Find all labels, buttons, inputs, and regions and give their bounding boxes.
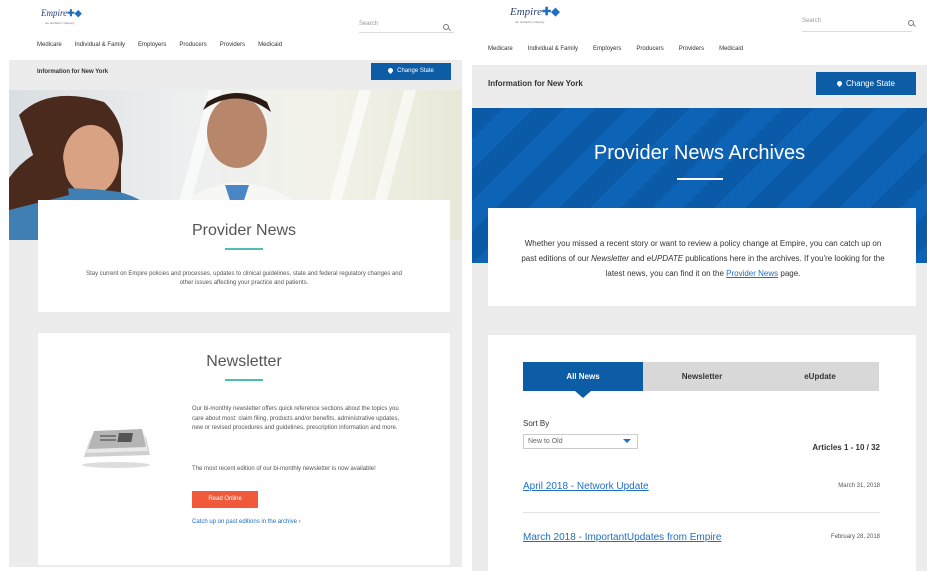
tab-all-news[interactable]: All News bbox=[523, 362, 643, 398]
state-info: Information for New York bbox=[488, 79, 583, 88]
nav-medicaid[interactable]: Medicaid bbox=[258, 42, 282, 48]
archive-tabs: All News Newsletter eUpdate bbox=[523, 362, 879, 398]
left-screenshot: Empire✚◆ An Anthem Company Search Medica… bbox=[9, 0, 462, 567]
search-input[interactable]: Search bbox=[359, 21, 378, 27]
nav-providers[interactable]: Providers bbox=[679, 46, 704, 52]
article-date: March 31, 2018 bbox=[838, 483, 880, 489]
nav-producers[interactable]: Producers bbox=[636, 46, 663, 52]
caret-down-icon bbox=[623, 439, 631, 443]
article-date: February 28, 2018 bbox=[830, 534, 880, 540]
tab-eupdate[interactable]: eUpdate bbox=[761, 362, 879, 391]
articles-count: Articles 1 - 10 / 32 bbox=[812, 443, 880, 452]
nav-medicare[interactable]: Medicare bbox=[488, 46, 513, 52]
main-nav: Medicare Individual & Family Employers P… bbox=[488, 46, 743, 52]
article-link[interactable]: March 2018 - ImportantUpdates from Empir… bbox=[523, 532, 721, 543]
search-input[interactable]: Search bbox=[802, 18, 821, 24]
logo-text: Empire bbox=[510, 6, 542, 18]
right-screenshot: Empire✚◆ An Anthem Company Search Medica… bbox=[472, 0, 927, 571]
logo-text: Empire bbox=[41, 8, 68, 18]
intro-part: and bbox=[628, 254, 647, 263]
newsletter-title: Newsletter bbox=[206, 353, 282, 370]
site-header: Empire✚◆ An Anthem Company Search Medica… bbox=[472, 0, 927, 65]
newspaper-stack-image bbox=[82, 429, 150, 468]
article-link[interactable]: April 2018 - Network Update bbox=[523, 481, 649, 492]
nav-employers[interactable]: Employers bbox=[593, 46, 621, 52]
title-rule bbox=[225, 248, 263, 250]
intro-eupdate: eUPDATE bbox=[646, 254, 684, 263]
sort-label: Sort By bbox=[523, 419, 550, 428]
provider-news-description: Stay current on Empire policies and proc… bbox=[86, 271, 402, 286]
article-divider bbox=[523, 512, 880, 513]
location-pin-icon bbox=[835, 80, 844, 88]
read-online-button[interactable]: Read Online bbox=[192, 491, 258, 508]
search-underline bbox=[802, 31, 912, 32]
provider-news-card: Provider News Stay current on Empire pol… bbox=[38, 200, 450, 312]
intro-newsletter: Newsletter bbox=[591, 254, 629, 263]
change-state-label: Change State bbox=[846, 79, 895, 88]
newsletter-availability: The most recent edition of our bi-monthl… bbox=[192, 466, 376, 472]
title-rule bbox=[225, 379, 263, 381]
main-nav: Medicare Individual & Family Employers P… bbox=[37, 42, 282, 48]
nav-medicaid[interactable]: Medicaid bbox=[719, 46, 743, 52]
intro-card: Whether you missed a recent story or wan… bbox=[488, 208, 916, 306]
logo-tagline: An Anthem Company bbox=[45, 21, 75, 25]
cross-shield-icon: ✚◆ bbox=[541, 6, 560, 18]
nav-employers[interactable]: Employers bbox=[138, 42, 166, 48]
location-pin-icon bbox=[387, 66, 395, 74]
search-underline bbox=[359, 32, 454, 33]
provider-news-title: Provider News bbox=[191, 222, 297, 239]
page-title: Provider News Archives bbox=[593, 142, 806, 164]
intro-text: Whether you missed a recent story or wan… bbox=[520, 236, 886, 281]
state-bar: Information for New York Change State bbox=[9, 60, 462, 90]
sort-selected-value: New to Old bbox=[528, 438, 563, 445]
state-info: Information for New York bbox=[37, 69, 109, 75]
empire-logo[interactable]: Empire✚◆ An Anthem Company bbox=[41, 8, 82, 25]
newsletter-description: Our bi-monthly newsletter offers quick r… bbox=[192, 406, 400, 431]
nav-individual-family[interactable]: Individual & Family bbox=[528, 46, 578, 52]
chevron-right-icon: › bbox=[298, 519, 301, 525]
change-state-label: Change State bbox=[397, 68, 434, 74]
articles-card: All News Newsletter eUpdate Sort By New … bbox=[488, 335, 916, 571]
logo-tagline: An Anthem Company bbox=[515, 20, 545, 24]
nav-providers[interactable]: Providers bbox=[220, 42, 245, 48]
search-icon[interactable] bbox=[908, 20, 914, 26]
archive-link[interactable]: Catch up on past editions in the archive… bbox=[192, 519, 301, 525]
title-rule bbox=[677, 178, 723, 180]
cross-shield-icon: ✚◆ bbox=[67, 8, 82, 18]
sort-select[interactable]: New to Old bbox=[523, 434, 638, 449]
nav-individual-family[interactable]: Individual & Family bbox=[75, 42, 125, 48]
change-state-button[interactable]: Change State bbox=[816, 72, 916, 95]
nav-producers[interactable]: Producers bbox=[179, 42, 206, 48]
site-header: Empire✚◆ An Anthem Company Search Medica… bbox=[9, 0, 462, 60]
intro-part: page. bbox=[778, 269, 801, 278]
nav-medicare[interactable]: Medicare bbox=[37, 42, 62, 48]
archive-link-label: Catch up on past editions in the archive bbox=[192, 519, 298, 525]
provider-news-link[interactable]: Provider News bbox=[726, 269, 778, 278]
change-state-button[interactable]: Change State bbox=[371, 63, 451, 80]
search-icon[interactable] bbox=[443, 24, 449, 30]
empire-logo[interactable]: Empire✚◆ An Anthem Company bbox=[510, 5, 560, 24]
tab-newsletter[interactable]: Newsletter bbox=[643, 362, 761, 391]
newsletter-card: Newsletter Our bi-monthly newsletter off… bbox=[38, 333, 450, 565]
state-bar: Information for New York Change State bbox=[472, 65, 927, 108]
